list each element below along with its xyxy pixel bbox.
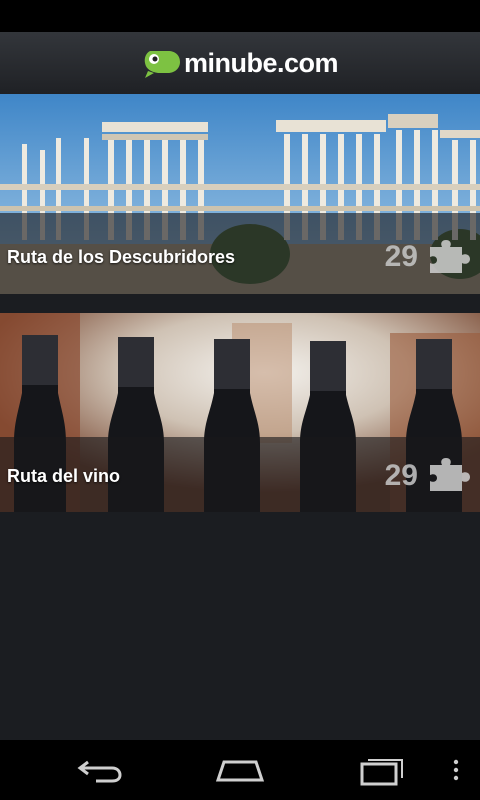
puzzle-icon bbox=[430, 240, 470, 273]
minube-logo[interactable]: minube.com bbox=[142, 45, 339, 81]
card-caption-bar: Ruta del vino 29 bbox=[0, 437, 480, 512]
route-card-vino[interactable]: Ruta del vino 29 bbox=[0, 313, 480, 512]
route-title: Ruta de los Descubridores bbox=[7, 247, 236, 267]
route-card-descubridores[interactable]: Ruta de los Descubridores 29 bbox=[0, 94, 480, 294]
route-title: Ruta del vino bbox=[7, 466, 121, 486]
system-nav-bar bbox=[0, 740, 480, 800]
speech-bubble-logo-icon bbox=[144, 51, 180, 78]
logo-text: minube.com bbox=[184, 47, 339, 78]
back-icon[interactable] bbox=[74, 752, 128, 788]
routes-list: Ruta de los Descubridores 29 Ruta del vi… bbox=[0, 94, 480, 740]
home-icon[interactable] bbox=[212, 752, 268, 788]
app-header: minube.com bbox=[0, 32, 480, 95]
status-bar bbox=[0, 0, 480, 32]
route-count: 29 bbox=[384, 459, 418, 492]
route-count: 29 bbox=[384, 240, 418, 273]
puzzle-icon bbox=[430, 458, 470, 491]
overflow-menu-icon[interactable] bbox=[446, 752, 466, 788]
recent-apps-icon[interactable] bbox=[356, 752, 408, 788]
card-caption-bar: Ruta de los Descubridores 29 bbox=[0, 213, 480, 294]
